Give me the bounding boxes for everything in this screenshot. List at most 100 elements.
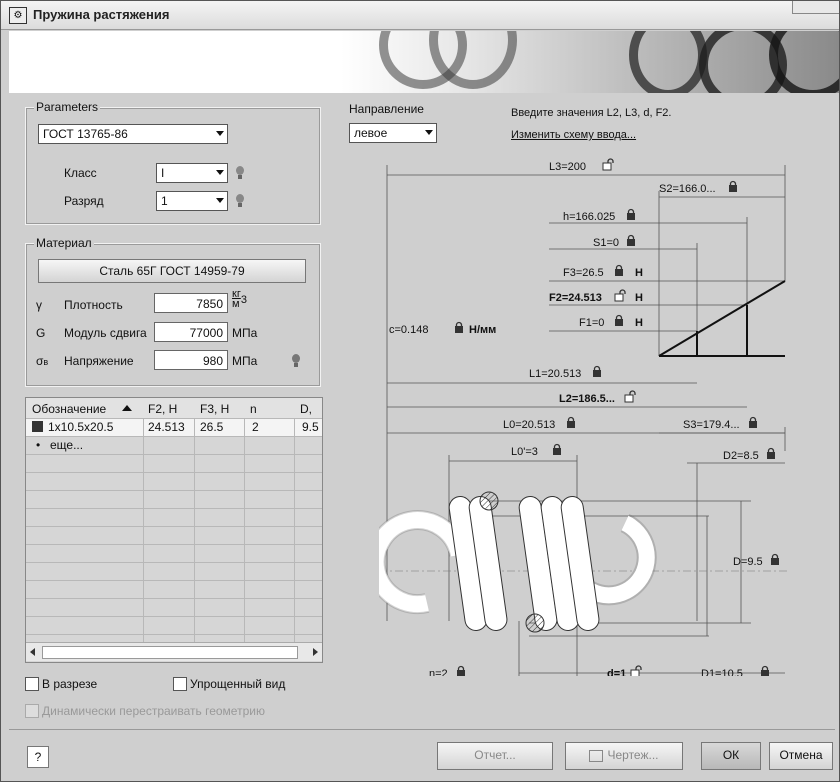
more-row[interactable]: • еще...: [26, 436, 322, 454]
class-value: I: [161, 166, 165, 180]
spring-table[interactable]: Обозначение F2, Н F3, Н n D, мм 1x10.5x2…: [25, 397, 323, 663]
change-scheme-link[interactable]: Изменить схему ввода...: [511, 129, 636, 141]
column-header-designation[interactable]: Обозначение: [32, 398, 106, 418]
material-select-button[interactable]: Сталь 65Г ГОСТ 14959-79: [38, 259, 306, 283]
direction-label: Направление: [349, 102, 424, 116]
density-input[interactable]: 7850: [154, 293, 228, 313]
label-F2: F2=24.513: [549, 292, 602, 304]
header-banner-image: [9, 31, 839, 93]
more-link[interactable]: еще...: [50, 436, 83, 454]
column-header-f2[interactable]: F2, Н: [148, 398, 177, 418]
label-F1-unit: Н: [635, 317, 643, 329]
stress-label: Напряжение: [64, 354, 134, 368]
scroll-thumb[interactable]: [42, 646, 298, 659]
label-D2: D2=8.5: [723, 450, 759, 462]
scroll-right-icon[interactable]: [313, 648, 318, 656]
label-F2-unit: Н: [635, 292, 643, 304]
cell-f3: 26.5: [200, 420, 224, 434]
stress-symbol-sub: в: [43, 357, 49, 367]
spring-schematic: L3=200 S2=166.0... h=166.025 S1=0 F3=26.…: [379, 158, 789, 676]
label-S1: S1=0: [593, 237, 619, 249]
label-S3: S3=179.4...: [683, 419, 740, 431]
ok-button[interactable]: ОК: [701, 742, 761, 770]
label-S2: S2=166.0...: [659, 183, 716, 195]
label-D1: D1=10.5: [701, 668, 743, 676]
hint-bulb-icon[interactable]: [236, 166, 244, 179]
rank-label: Разряд: [64, 194, 104, 208]
label-d: d=1: [607, 668, 626, 676]
density-unit: кг3 м: [232, 289, 247, 310]
column-header-n[interactable]: n: [250, 398, 257, 418]
section-checkbox[interactable]: [25, 677, 39, 691]
label-c: c=0.148: [389, 324, 428, 336]
standard-select[interactable]: ГОСТ 13765-86: [38, 124, 228, 144]
label-F1: F1=0: [579, 317, 604, 329]
label-L3: L3=200: [549, 161, 586, 173]
stress-input[interactable]: 980: [154, 350, 228, 370]
simplified-checkbox[interactable]: [173, 677, 187, 691]
label-F3: F3=26.5: [563, 267, 604, 279]
direction-select[interactable]: левое: [349, 123, 437, 143]
chevron-down-icon: [216, 170, 224, 175]
spring-dialog: ⚙ Пружина растяжения Parameters ГОСТ 137…: [0, 0, 840, 782]
class-label: Класс: [64, 166, 97, 180]
shear-unit: МПа: [232, 326, 258, 340]
row-marker-icon: [32, 421, 43, 432]
material-group-label: Материал: [34, 236, 94, 250]
drawing-icon: [589, 749, 604, 762]
simplified-label: Упрощенный вид: [190, 677, 286, 691]
table-row[interactable]: 1x10.5x20.5 24.513 26.5 2 9.5: [26, 418, 322, 436]
horizontal-scrollbar[interactable]: [26, 642, 322, 661]
label-h: h=166.025: [563, 211, 615, 223]
chevron-down-icon: [216, 198, 224, 203]
shear-label: Модуль сдвига: [64, 326, 147, 340]
dynamic-checkbox: [25, 704, 39, 718]
cell-n: 2: [252, 420, 259, 434]
cell-f2: 24.513: [148, 420, 185, 434]
input-hint: Введите значения L2, L3, d, F2.: [511, 107, 672, 119]
rank-value: 1: [161, 194, 168, 208]
help-button[interactable]: ?: [27, 746, 49, 768]
rank-select[interactable]: 1: [156, 191, 228, 211]
drawing-button-label: Чертеж...: [607, 748, 659, 762]
stress-unit: МПа: [232, 354, 258, 368]
label-D: D=9.5: [733, 556, 763, 568]
section-label: В разрезе: [42, 677, 98, 691]
cancel-button[interactable]: Отмена: [769, 742, 833, 770]
sort-asc-icon: [122, 405, 132, 411]
density-symbol: γ: [36, 298, 42, 312]
table-header: Обозначение F2, Н F3, Н n D, мм: [26, 398, 322, 419]
more-bullet: •: [36, 438, 41, 452]
spring-body: [379, 491, 789, 633]
label-L2: L2=186.5...: [559, 393, 615, 405]
material-group: Материал Сталь 65Г ГОСТ 14959-79 γ Плотн…: [25, 236, 321, 387]
force-diagram: [658, 280, 786, 357]
density-unit-bottom: м: [232, 298, 240, 310]
parameters-group-label: Parameters: [34, 100, 101, 114]
scroll-left-icon[interactable]: [30, 648, 35, 656]
chevron-down-icon: [425, 130, 433, 135]
class-select[interactable]: I: [156, 163, 228, 183]
window-title: Пружина растяжения: [33, 7, 170, 22]
density-unit-exp: 3: [240, 294, 247, 306]
column-header-f3[interactable]: F3, Н: [200, 398, 229, 418]
cell-designation: 1x10.5x20.5: [48, 420, 114, 434]
title-bar: ⚙ Пружина растяжения: [1, 1, 839, 30]
direction-value: левое: [354, 126, 388, 140]
parameters-group: Parameters ГОСТ 13765-86 Класс I Разряд …: [25, 100, 321, 225]
hint-bulb-icon[interactable]: [292, 354, 300, 367]
label-L0-prime: L0'=3: [511, 446, 538, 458]
standard-value: ГОСТ 13765-86: [43, 127, 128, 141]
shear-modulus-input[interactable]: 77000: [154, 322, 228, 342]
density-label: Плотность: [64, 298, 123, 312]
cell-d: 9.5: [302, 420, 319, 434]
hint-bulb-icon[interactable]: [236, 194, 244, 207]
report-button[interactable]: Отчет...: [437, 742, 553, 770]
label-L0: L0=20.513: [503, 419, 555, 431]
drawing-button[interactable]: Чертеж...: [565, 742, 683, 770]
window-controls[interactable]: [792, 1, 839, 14]
app-icon: ⚙: [9, 7, 27, 24]
column-header-d[interactable]: D, мм: [300, 398, 322, 418]
shear-symbol: G: [36, 326, 46, 340]
chevron-down-icon: [216, 131, 224, 136]
